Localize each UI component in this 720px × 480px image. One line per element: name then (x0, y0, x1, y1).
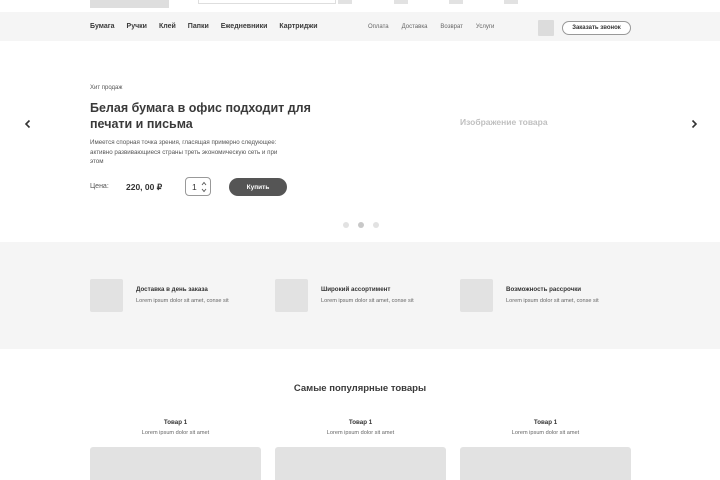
header-icon[interactable] (394, 0, 408, 4)
slider-dot[interactable] (343, 222, 349, 228)
product-image-placeholder: Изображение товара (460, 117, 548, 127)
top-header (0, 0, 720, 12)
product-image[interactable] (460, 447, 631, 480)
nav-link-delivery[interactable]: Доставка (402, 24, 428, 30)
feature-title: Широкий ассортимент (321, 286, 391, 293)
hero-slider: Хит продаж Белая бумага в офис подходит … (0, 41, 720, 242)
nav-item-planners[interactable]: Ежедневники (221, 23, 268, 30)
chevron-left-icon[interactable] (23, 119, 33, 129)
category-menu: Бумага Ручки Клей Папки Ежедневники Карт… (90, 12, 318, 41)
nav-item-cartridges[interactable]: Картриджи (279, 23, 317, 30)
feature-text: Lorem ipsum dolor sit amet, conse sit (136, 298, 229, 304)
feature-title: Доставка в день заказа (136, 286, 208, 293)
nav-link-services[interactable]: Услуги (476, 24, 494, 30)
hero-badge: Хит продаж (90, 85, 123, 91)
feature-text: Lorem ipsum dolor sit amet, conse sit (506, 298, 599, 304)
price-value: 220, 00 ₽ (126, 182, 163, 192)
header-icon[interactable] (504, 0, 518, 4)
feature-icon (275, 279, 308, 312)
quantity-value[interactable]: 1 (192, 182, 197, 192)
slider-dots (343, 222, 379, 228)
product-description: Lorem ipsum dolor sit amet (511, 430, 580, 436)
hero-description: Имеется спорная точка зрения, гласящая п… (90, 139, 278, 165)
chevron-right-icon[interactable] (689, 119, 699, 129)
buy-button[interactable]: Купить (229, 178, 287, 196)
slider-dot[interactable] (373, 222, 379, 228)
nav-link-returns[interactable]: Возврат (440, 24, 463, 30)
info-menu: Оплата Доставка Возврат Услуги (368, 12, 494, 41)
nav-item-glue[interactable]: Клей (159, 23, 176, 30)
navigation-bar: Бумага Ручки Клей Папки Ежедневники Карт… (0, 12, 720, 41)
product-image[interactable] (275, 447, 446, 480)
request-callback-button[interactable]: Заказать звонок (562, 21, 631, 35)
product-name[interactable]: Товар 1 (275, 419, 446, 426)
popular-section-title: Самые популярные товары (293, 383, 427, 394)
product-description: Lorem ipsum dolor sit amet (326, 430, 395, 436)
header-icon[interactable] (449, 0, 463, 4)
logo-placeholder[interactable] (90, 0, 169, 8)
stepper-arrows-icon[interactable] (201, 180, 207, 194)
quantity-stepper[interactable]: 1 (185, 177, 211, 196)
nav-link-payment[interactable]: Оплата (368, 24, 389, 30)
product-description: Lorem ipsum dolor sit amet (141, 430, 210, 436)
product-name[interactable]: Товар 1 (90, 419, 261, 426)
feature-icon (460, 279, 493, 312)
price-label: Цена: (90, 183, 109, 190)
search-input[interactable] (198, 0, 336, 4)
cart-icon[interactable] (538, 20, 554, 36)
slider-dot-active[interactable] (358, 222, 364, 228)
nav-item-folders[interactable]: Папки (188, 23, 209, 30)
feature-title: Возможность рассрочки (506, 286, 582, 293)
features-section: Доставка в день заказа Lorem ipsum dolor… (0, 242, 720, 349)
product-name[interactable]: Товар 1 (460, 419, 631, 426)
hero-title: Белая бумага в офис подходит для печати … (90, 101, 311, 131)
nav-item-paper[interactable]: Бумага (90, 23, 115, 30)
nav-item-pens[interactable]: Ручки (127, 23, 147, 30)
header-icon[interactable] (338, 0, 352, 4)
product-image[interactable] (90, 447, 261, 480)
feature-text: Lorem ipsum dolor sit amet, conse sit (321, 298, 414, 304)
feature-icon (90, 279, 123, 312)
